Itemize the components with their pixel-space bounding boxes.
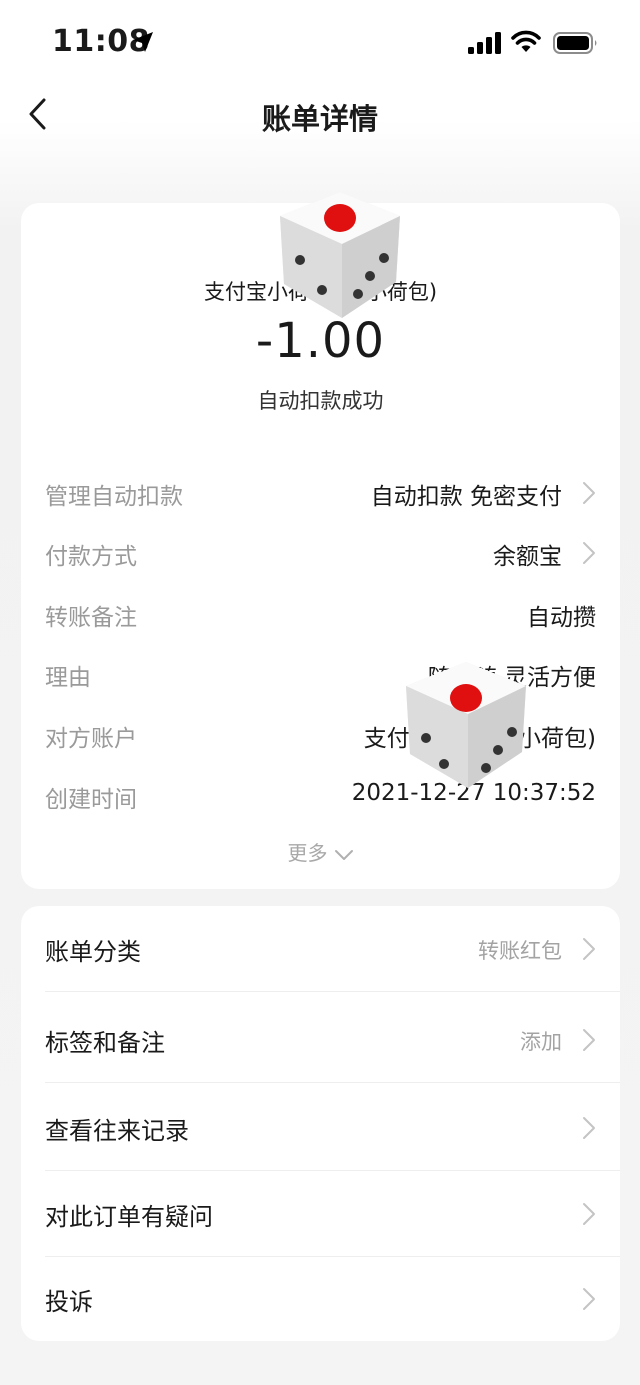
detail-value: 自动扣款 免密支付 <box>370 484 562 510</box>
divider <box>45 1082 620 1083</box>
chevron-right-icon <box>583 938 595 960</box>
dice-sticker-icon <box>280 192 400 318</box>
nav-bar: 账单详情 <box>0 84 640 144</box>
chevron-right-icon <box>583 1117 595 1139</box>
status-bar: 11:08 <box>0 0 640 84</box>
menu-item-value: 添加 <box>520 1030 562 1054</box>
more-label: 更多 <box>287 841 328 865</box>
cellular-signal-icon <box>468 32 501 54</box>
menu-item-bill-category[interactable]: 账单分类 转账红包 <box>21 906 620 992</box>
detail-row-auto-deduct[interactable]: 管理自动扣款 自动扣款 免密支付 <box>21 471 620 511</box>
payment-status: 自动扣款成功 <box>257 389 384 413</box>
divider <box>45 991 620 992</box>
menu-item-value: 转账红包 <box>478 939 562 963</box>
bill-detail-screen: 11:08 账单详情 支付宝小荷包( 的小荷包) -1.00 自动扣款成功 管理… <box>0 0 640 1385</box>
menu-item-label: 对此订单有疑问 <box>45 1203 213 1231</box>
chevron-right-icon <box>583 482 595 504</box>
dice-sticker-icon <box>406 662 526 788</box>
menu-item-order-question[interactable]: 对此订单有疑问 <box>21 1171 620 1257</box>
detail-value: 自动攒 <box>527 605 596 631</box>
detail-label: 创建时间 <box>45 787 137 813</box>
bill-actions-card: 账单分类 转账红包 标签和备注 添加 查看往来记录 对此订单有疑问 投诉 <box>21 906 620 1341</box>
detail-value: 余额宝 <box>493 544 562 570</box>
menu-item-tags-notes[interactable]: 标签和备注 添加 <box>21 997 620 1083</box>
detail-label: 付款方式 <box>45 544 137 570</box>
chevron-right-icon <box>583 1203 595 1225</box>
chevron-right-icon <box>583 1288 595 1310</box>
detail-label: 理由 <box>45 665 91 691</box>
wifi-icon <box>511 30 541 52</box>
detail-row-payment-method[interactable]: 付款方式 余额宝 <box>21 531 620 571</box>
detail-label: 管理自动扣款 <box>45 484 183 510</box>
chevron-right-icon <box>583 1029 595 1051</box>
more-button[interactable]: 更多 <box>21 837 620 866</box>
detail-label: 对方账户 <box>45 726 137 752</box>
menu-item-label: 标签和备注 <box>45 1029 165 1057</box>
menu-item-label: 账单分类 <box>45 938 141 966</box>
detail-row-transfer-note: 转账备注 自动攒 <box>21 592 620 632</box>
location-arrow-icon <box>133 32 153 52</box>
detail-label: 转账备注 <box>45 605 137 631</box>
chevron-down-icon <box>334 849 353 860</box>
menu-item-complaint[interactable]: 投诉 <box>21 1256 620 1342</box>
menu-item-transaction-history[interactable]: 查看往来记录 <box>21 1085 620 1171</box>
page-title: 账单详情 <box>261 102 378 136</box>
menu-item-label: 查看往来记录 <box>45 1117 189 1145</box>
menu-item-label: 投诉 <box>45 1288 93 1316</box>
battery-icon <box>553 32 597 54</box>
chevron-right-icon <box>583 542 595 564</box>
